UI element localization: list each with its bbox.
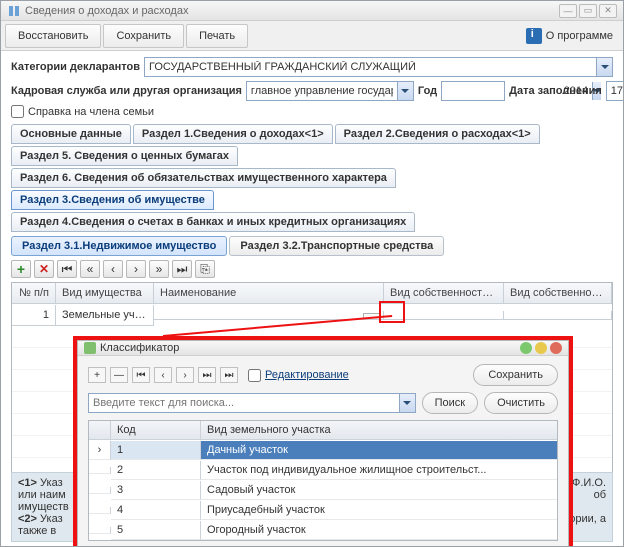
window-title: Сведения о доходах и расходах	[25, 5, 188, 17]
col-name: Наименование	[154, 283, 384, 304]
about-label: О программе	[546, 30, 613, 42]
dialog-close-button[interactable]	[550, 342, 562, 354]
classifier-dialog: Классификатор + — ⏮ ‹ › ⏭	[73, 336, 573, 546]
chevron-down-icon[interactable]	[399, 394, 415, 412]
restore-button[interactable]: Восстановить	[5, 24, 101, 48]
first-button[interactable]: ⏮	[57, 260, 77, 278]
subtabs: Раздел 3.1.Недвижимое имущество Раздел 3…	[11, 236, 613, 256]
edit-checkbox[interactable]	[248, 369, 261, 382]
date-label: Дата заполнения	[509, 85, 602, 97]
cell-type: Земельные участки	[56, 305, 154, 326]
tabs-row3: Раздел 3.Сведения об имуществе Раздел 4.…	[11, 190, 613, 232]
dlg-add-button[interactable]: +	[88, 367, 106, 383]
tabs-row2: Раздел 5. Сведения о ценных бумагах Разд…	[11, 146, 613, 188]
content-area: Категории декларантов Кадровая служба ил…	[1, 51, 623, 546]
tab-basic[interactable]: Основные данные	[11, 124, 131, 144]
col-own1: Вид собственности <1>	[384, 283, 504, 304]
tab-section1[interactable]: Раздел 1.Сведения о доходах<1>	[133, 124, 333, 144]
category-select[interactable]	[144, 57, 613, 77]
category-label: Категории декларантов	[11, 61, 140, 73]
col-own2: Вид собственности для п	[504, 283, 612, 304]
add-button[interactable]: +	[11, 260, 31, 278]
list-item[interactable]: 5 Огородный участок	[89, 520, 557, 540]
tab-section6[interactable]: Раздел 6. Сведения об обязательствах иму…	[11, 168, 396, 188]
maximize-button[interactable]: ▭	[579, 4, 597, 18]
save-button[interactable]: Сохранить	[103, 24, 184, 48]
subtab-3-2[interactable]: Раздел 3.2.Транспортные средства	[229, 236, 444, 256]
dialog-navigator: + — ⏮ ‹ › ⏭ ⏭ Редактирование Сохранить	[88, 364, 558, 386]
tab-section4[interactable]: Раздел 4.Сведения о счетах в банках и ин…	[11, 212, 415, 232]
list-item[interactable]: 2 Участок под индивидуальное жилищное ст…	[89, 460, 557, 480]
copy-button[interactable]: ⎘	[195, 260, 215, 278]
kadr-label: Кадровая служба или другая организация	[11, 85, 242, 97]
minimize-button[interactable]: —	[559, 4, 577, 18]
dialog-save-button[interactable]: Сохранить	[473, 364, 558, 386]
list-item[interactable]: › 1 Дачный участок	[89, 440, 557, 460]
chevron-down-icon[interactable]	[596, 58, 612, 76]
dlg-end-button[interactable]: ⏭	[220, 367, 238, 383]
subtab-3-1[interactable]: Раздел 3.1.Недвижимое имущество	[11, 236, 227, 256]
dialog-min-button[interactable]	[520, 342, 532, 354]
next-button[interactable]: ›	[126, 260, 146, 278]
family-label: Справка на члена семьи	[28, 106, 154, 118]
chevron-down-icon[interactable]	[397, 82, 413, 100]
clear-button[interactable]: Очистить	[484, 392, 558, 414]
grid-navigator: + ✕ ⏮ « ‹ › » ⏭ ⎘	[11, 260, 613, 278]
search-select[interactable]	[88, 393, 416, 413]
info-icon	[526, 28, 542, 44]
row-indicator-icon: ›	[89, 441, 111, 460]
tab-section3[interactable]: Раздел 3.Сведения об имуществе	[11, 190, 214, 210]
cell-num: 1	[12, 305, 56, 326]
app-icon	[7, 4, 21, 18]
list-item[interactable]: 3 Садовый участок	[89, 480, 557, 500]
dlg-next-button[interactable]: ›	[176, 367, 194, 383]
dlg-prev-button[interactable]: ‹	[154, 367, 172, 383]
dialog-icon	[84, 342, 96, 354]
family-checkbox[interactable]	[11, 105, 24, 118]
edit-label: Редактирование	[265, 369, 349, 381]
category-input[interactable]	[145, 58, 596, 76]
toolbar: Восстановить Сохранить Печать О программ…	[1, 21, 623, 51]
delete-button[interactable]: ✕	[34, 260, 54, 278]
dlg-first-button[interactable]: ⏮	[132, 367, 150, 383]
about-button[interactable]: О программе	[520, 28, 619, 44]
year-select[interactable]	[441, 81, 505, 101]
dialog-col-name: Вид земельного участка	[201, 421, 557, 440]
year-label: Год	[418, 85, 437, 97]
prev-button[interactable]: ‹	[103, 260, 123, 278]
classifier-grid: Код Вид земельного участка › 1 Дачный уч…	[88, 420, 558, 541]
kadr-select[interactable]	[246, 81, 414, 101]
dlg-del-button[interactable]: —	[110, 367, 128, 383]
cell-own2	[504, 311, 612, 320]
col-type: Вид имущества	[56, 283, 154, 304]
dialog-col-code: Код	[111, 421, 201, 440]
tab-section2[interactable]: Раздел 2.Сведения о расходах<1>	[335, 124, 540, 144]
tabs-row1: Основные данные Раздел 1.Сведения о дохо…	[11, 124, 613, 144]
search-button[interactable]: Поиск	[422, 392, 478, 414]
last-button[interactable]: ⏭	[172, 260, 192, 278]
titlebar: Сведения о доходах и расходах — ▭ ✕	[1, 1, 623, 21]
close-button[interactable]: ✕	[599, 4, 617, 18]
main-window: Сведения о доходах и расходах — ▭ ✕ Восс…	[0, 0, 624, 547]
tab-section5[interactable]: Раздел 5. Сведения о ценных бумагах	[11, 146, 238, 166]
col-num: № п/п	[12, 283, 56, 304]
print-button[interactable]: Печать	[186, 24, 248, 48]
prevpage-button[interactable]: «	[80, 260, 100, 278]
date-field[interactable]	[606, 81, 623, 101]
dialog-max-button[interactable]	[535, 342, 547, 354]
date-input[interactable]	[607, 82, 623, 100]
search-input[interactable]	[89, 394, 399, 412]
dlg-last-button[interactable]: ⏭	[198, 367, 216, 383]
nextpage-button[interactable]: »	[149, 260, 169, 278]
dialog-titlebar: Классификатор	[78, 341, 568, 356]
kadr-input[interactable]	[247, 82, 397, 100]
dialog-col-indicator	[89, 421, 111, 440]
cell-own1	[384, 311, 504, 320]
dialog-title: Классификатор	[100, 342, 179, 354]
grid-header: № п/п Вид имущества Наименование Вид соб…	[12, 283, 612, 304]
list-item[interactable]: 4 Приусадебный участок	[89, 500, 557, 520]
window-buttons: — ▭ ✕	[559, 4, 617, 18]
